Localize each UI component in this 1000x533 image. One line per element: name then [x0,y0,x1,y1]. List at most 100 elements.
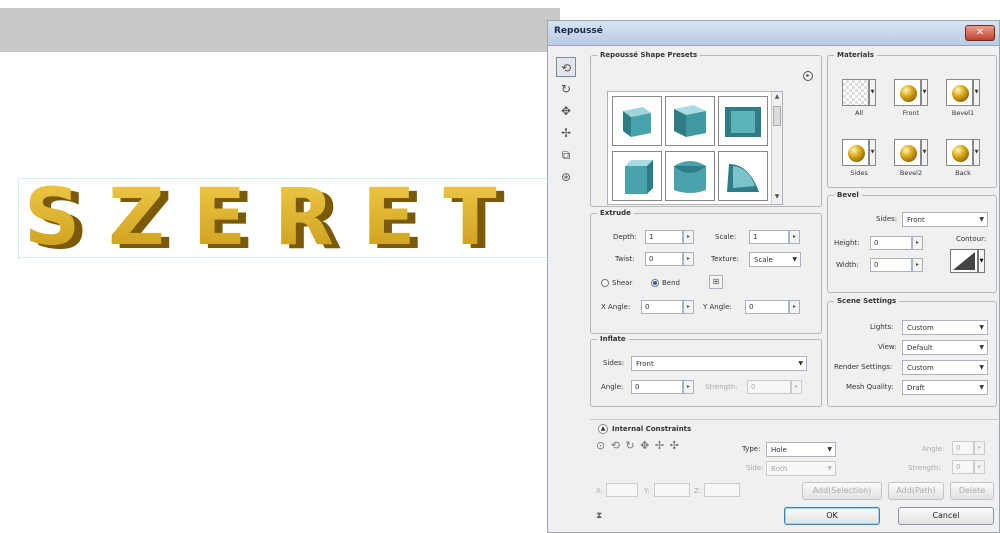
bend-radio[interactable] [651,279,659,287]
shape-presets-group: Repoussé Shape Presets ▸ ▲ ▼ [590,51,822,207]
close-button[interactable]: ✕ [965,25,995,41]
preset-twist[interactable] [665,151,715,201]
materials-group: Materials ▼ All ▼ Front ▼ Bevel1 ▼ Sides [827,51,997,188]
material-bevel1[interactable]: ▼ Bevel1 [946,79,980,119]
expand-constraints-icon[interactable]: ▲ [598,424,608,434]
object-scale-tool-icon[interactable]: ⧉ [556,145,576,165]
add-selection-button[interactable]: Add(Selection) [802,482,882,500]
shear-radio[interactable] [601,279,609,287]
constraint-side-dropdown[interactable]: Both ▼ [766,461,836,476]
scroll-down-icon[interactable]: ▼ [772,193,782,203]
twist-field[interactable]: 0 [645,252,683,266]
preset-box-cube[interactable] [612,96,662,146]
cancel-button[interactable]: Cancel [898,507,994,525]
object-slide-tool-icon[interactable]: ✢ [556,123,576,143]
depth-stepper-icon[interactable]: ▸ [683,230,694,244]
preset-grid[interactable]: ▲ ▼ [607,91,783,205]
z-coord-field[interactable] [704,483,740,497]
delete-button[interactable]: Delete [950,482,994,500]
material-swatch[interactable] [894,139,921,166]
inflate-angle-field[interactable]: 0 [631,380,683,394]
x-coord-field[interactable] [606,483,638,497]
bevel-width-stepper-icon[interactable]: ▸ [912,258,923,272]
chevron-down-icon[interactable]: ▼ [921,79,928,106]
material-sides[interactable]: ▼ Sides [842,139,876,179]
depth-label: Depth: [613,233,637,241]
preset-cone[interactable] [718,151,768,201]
material-swatch[interactable] [894,79,921,106]
texture-dropdown[interactable]: Scale ▼ [749,252,801,267]
view-toggle-icon[interactable]: ⧗ [596,511,602,521]
lights-dropdown[interactable]: Custom ▼ [902,320,988,335]
bend-label: Bend [662,279,680,287]
chevron-down-icon[interactable]: ▼ [869,79,876,106]
inflate-angle-stepper-icon[interactable]: ▸ [683,380,694,394]
object-rotate-tool-icon[interactable]: ⟲ [556,57,576,77]
repousse-3d-text[interactable]: SZERET SZERET [18,178,563,258]
render-settings-value: Custom [907,364,934,372]
chevron-down-icon[interactable]: ▼ [973,139,980,166]
bevel-sides-dropdown[interactable]: Front ▼ [902,212,988,227]
inflate-sides-dropdown[interactable]: Front ▼ [631,356,807,371]
scale-stepper-icon[interactable]: ▸ [789,230,800,244]
y-angle-field[interactable]: 0 [745,300,789,314]
material-front[interactable]: ▼ Front [894,79,928,119]
inflate-strength-field[interactable]: 0 [747,380,791,394]
object-roll-tool-icon[interactable]: ↻ [556,79,576,99]
chevron-down-icon[interactable]: ▼ [973,79,980,106]
inflate-angle-label: Angle: [601,383,624,391]
constraint-angle-stepper-icon[interactable]: ▸ [974,441,985,455]
y-angle-stepper-icon[interactable]: ▸ [789,300,800,314]
bevel-height-field[interactable]: 0 [870,236,912,250]
add-path-button[interactable]: Add(Path) [888,482,944,500]
mesh-quality-dropdown[interactable]: Draft ▼ [902,380,988,395]
presets-scrollbar[interactable]: ▲ ▼ [771,92,782,204]
chevron-down-icon[interactable]: ▼ [921,139,928,166]
scroll-thumb[interactable] [773,106,781,126]
x-angle-stepper-icon[interactable]: ▸ [683,300,694,314]
canvas-text: SZERET [24,178,525,258]
contour-picker[interactable] [950,249,978,273]
render-settings-dropdown[interactable]: Custom ▼ [902,360,988,375]
material-swatch[interactable] [946,79,973,106]
twist-stepper-icon[interactable]: ▸ [683,252,694,266]
constraint-angle-field[interactable]: 0 [952,441,974,455]
gold-sphere-icon [952,145,969,162]
constraint-side-value: Both [771,465,788,473]
preset-bevel-frame[interactable] [665,96,715,146]
material-back[interactable]: ▼ Back [946,139,980,179]
depth-field[interactable]: 1 [645,230,683,244]
ok-button[interactable]: OK [784,507,880,525]
material-bevel2[interactable]: ▼ Bevel2 [894,139,928,179]
dialog-titlebar[interactable]: Repoussé ✕ [548,21,999,46]
material-all[interactable]: ▼ All [842,79,876,119]
scroll-up-icon[interactable]: ▲ [772,93,782,103]
contour-label: Contour: [956,235,987,243]
materials-legend: Materials [837,51,874,59]
bevel-width-field[interactable]: 0 [870,258,912,272]
chevron-down-icon[interactable]: ▼ [978,249,985,273]
reference-point-icon[interactable]: ⊞ [709,275,723,289]
document-canvas[interactable] [0,52,560,533]
inflate-strength-stepper-icon[interactable]: ▸ [791,380,802,394]
render-settings-label: Render Settings: [834,363,893,371]
preset-inset-cube[interactable] [718,96,768,146]
x-angle-field[interactable]: 0 [641,300,683,314]
material-swatch[interactable] [946,139,973,166]
constraint-tools-icon[interactable]: ⊙ ⟲ ↻ ✥ ✢ ✣ [596,439,680,452]
constraint-type-dropdown[interactable]: Hole ▼ [766,442,836,457]
material-swatch[interactable] [842,139,869,166]
y-coord-field[interactable] [654,483,690,497]
constraint-strength-stepper-icon[interactable]: ▸ [974,460,985,474]
constraint-strength-field[interactable]: 0 [952,460,974,474]
chevron-down-icon[interactable]: ▼ [869,139,876,166]
scale-field[interactable]: 1 [749,230,789,244]
view-dropdown[interactable]: Default ▼ [902,340,988,355]
bevel-height-stepper-icon[interactable]: ▸ [912,236,923,250]
preset-slab[interactable] [612,151,662,201]
object-drag-tool-icon[interactable]: ✥ [556,101,576,121]
material-swatch-empty[interactable] [842,79,869,106]
bevel-legend: Bevel [837,191,859,199]
presets-menu-icon[interactable]: ▸ [803,71,813,81]
camera-tool-icon[interactable]: ⊛ [556,167,576,187]
